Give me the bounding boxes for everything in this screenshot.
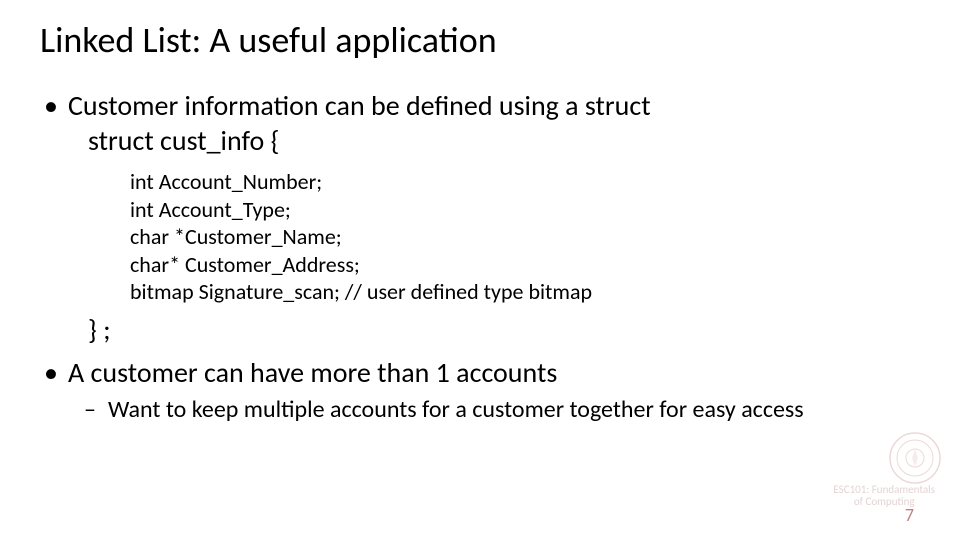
page-number: 7 (905, 504, 914, 526)
code-block: int Account_Number; int Account_Type; ch… (40, 168, 920, 306)
struct-declaration: struct cust_info { (40, 123, 920, 158)
bullet-2-sub: Want to keep multiple accounts for a cus… (40, 394, 920, 425)
struct-close: } ; (40, 312, 920, 347)
footer-course-label: ESC101: Fundamentals of Computing (833, 484, 935, 508)
code-line: bitmap Signature_scan; // user defined t… (130, 278, 920, 306)
slide-body: Customer information can be defined usin… (40, 88, 920, 425)
bullet-2: A customer can have more than 1 accounts (40, 355, 920, 390)
bullet-1: Customer information can be defined usin… (40, 88, 920, 123)
code-line: int Account_Type; (130, 196, 920, 224)
institution-seal-icon (888, 431, 942, 485)
slide-title: Linked List: A useful application (40, 18, 497, 62)
code-line: char *Customer_Name; (130, 223, 920, 251)
code-line: char* Customer_Address; (130, 251, 920, 279)
code-line: int Account_Number; (130, 168, 920, 196)
